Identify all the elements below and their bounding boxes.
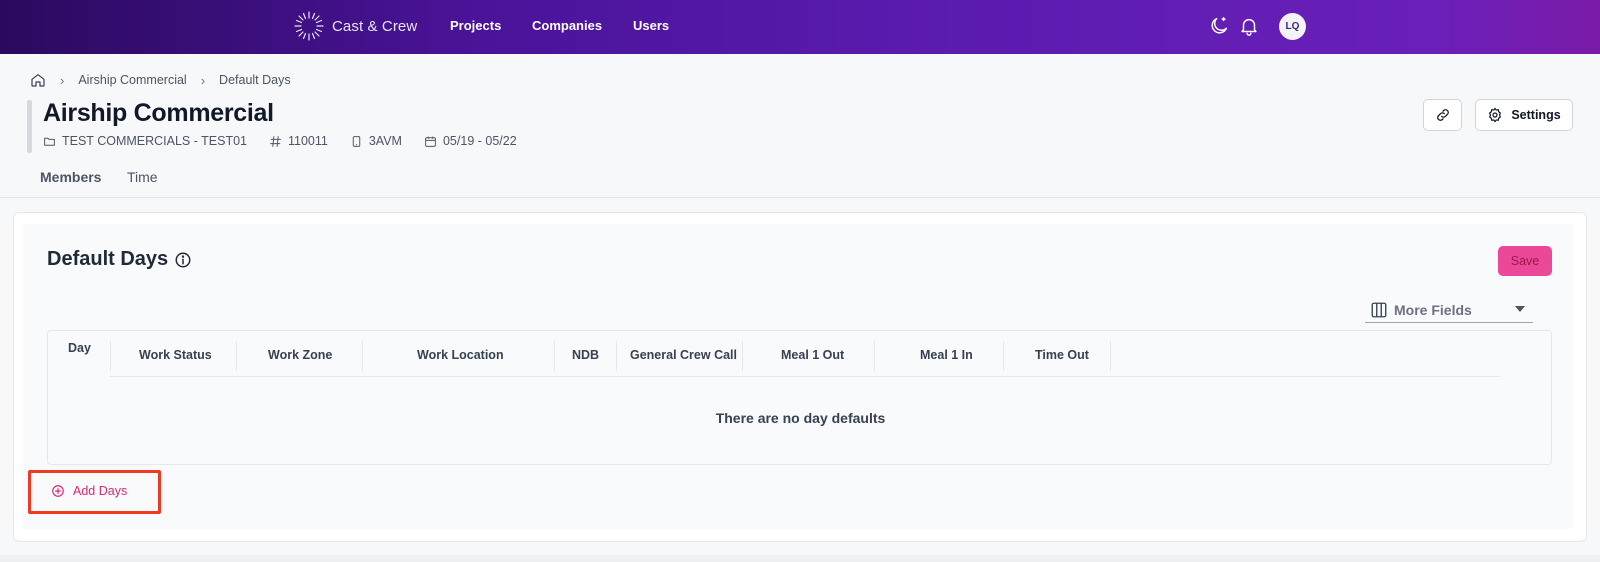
calendar-icon — [425, 136, 436, 147]
column-divider — [742, 341, 743, 371]
column-header-meal-1-in: Meal 1 In — [920, 348, 973, 362]
nav-companies[interactable]: Companies — [532, 18, 602, 33]
title-accent-bar — [27, 100, 32, 153]
add-days-label: Add Days — [73, 484, 128, 498]
meta-code-text: 3AVM — [368, 134, 402, 148]
more-fields-select[interactable]: More Fields — [1365, 297, 1533, 323]
tab-members[interactable]: Members — [40, 169, 101, 185]
nav-projects[interactable]: Projects — [450, 18, 501, 33]
column-divider — [362, 341, 363, 371]
breadcrumb-current: Default Days — [219, 73, 291, 87]
column-divider — [616, 341, 617, 371]
moon-icon — [1211, 17, 1228, 34]
meta-number: 110011 — [269, 134, 328, 148]
breadcrumb-project[interactable]: Airship Commercial — [78, 73, 186, 87]
notifications-button[interactable] — [1238, 15, 1260, 37]
meta-number-text: 110011 — [288, 134, 328, 148]
more-fields-label: More Fields — [1394, 301, 1472, 318]
column-header-work-status: Work Status — [139, 348, 212, 362]
info-icon[interactable] — [174, 251, 192, 269]
column-header-meal-1-out: Meal 1 Out — [781, 348, 845, 362]
empty-state-message: There are no day defaults — [715, 410, 886, 426]
chevron-right-icon: › — [200, 72, 206, 88]
gear-icon — [1489, 107, 1502, 123]
nav-users[interactable]: Users — [633, 18, 669, 33]
device-icon — [352, 135, 361, 147]
user-avatar[interactable]: LQ — [1279, 13, 1306, 40]
hash-icon — [270, 135, 281, 147]
folder-icon — [44, 137, 55, 146]
link-icon — [1436, 109, 1449, 121]
top-navigation-bar: Cast & Crew Projects Companies Users LQ — [0, 0, 1600, 54]
column-divider — [1003, 341, 1004, 371]
save-button[interactable]: Save — [1498, 246, 1552, 276]
add-days-highlight: Add Days — [28, 470, 161, 514]
bell-icon — [1241, 18, 1257, 36]
meta-company: TEST COMMERCIALS - TEST01 — [43, 134, 247, 148]
column-header-day: Day — [68, 341, 91, 355]
section-title: Default Days — [47, 248, 192, 271]
meta-company-text: TEST COMMERCIALS - TEST01 — [62, 134, 247, 148]
home-icon[interactable] — [30, 72, 46, 88]
chevron-right-icon: › — [60, 72, 65, 88]
default-days-table: Day Work Status Work Zone Work Location … — [47, 330, 1552, 465]
column-header-general-crew-call: General Crew Call — [630, 348, 737, 362]
tab-time[interactable]: Time — [127, 169, 158, 185]
plus-circle-icon — [52, 485, 64, 497]
settings-label: Settings — [1511, 108, 1561, 122]
cast-and-crew-logo[interactable]: Cast & Crew — [292, 9, 417, 43]
breadcrumb: › Airship Commercial › Default Days — [30, 72, 291, 88]
logo-text: Cast & Crew — [332, 17, 418, 35]
section-title-text: Default Days — [47, 248, 169, 270]
settings-button[interactable]: Settings — [1475, 99, 1573, 131]
add-days-button[interactable]: Add Days — [51, 484, 127, 498]
meta-dates: 05/19 - 05/22 — [424, 134, 517, 148]
dark-mode-toggle[interactable] — [1208, 15, 1230, 37]
header-divider — [0, 197, 1600, 198]
column-divider — [1110, 341, 1111, 371]
column-divider — [554, 341, 555, 371]
meta-code: 3AVM — [350, 134, 402, 148]
column-header-time-out: Time Out — [1035, 348, 1089, 362]
chevron-down-icon — [1515, 306, 1525, 312]
page-bottom-strip — [0, 555, 1600, 562]
table-header-divider — [110, 376, 1500, 377]
starburst-logo-icon — [294, 11, 324, 41]
column-header-work-location: Work Location — [417, 348, 504, 362]
meta-dates-text: 05/19 - 05/22 — [442, 134, 517, 148]
column-divider — [110, 341, 111, 371]
page-title: Airship Commercial — [43, 99, 274, 127]
column-header-work-zone: Work Zone — [268, 348, 333, 362]
project-meta: TEST COMMERCIALS - TEST01 110011 3AVM 05… — [43, 134, 539, 148]
copy-link-button[interactable] — [1423, 99, 1462, 131]
column-divider — [874, 341, 875, 371]
column-header-ndb: NDB — [572, 348, 600, 362]
columns-icon — [1371, 302, 1387, 317]
column-divider — [236, 341, 237, 371]
